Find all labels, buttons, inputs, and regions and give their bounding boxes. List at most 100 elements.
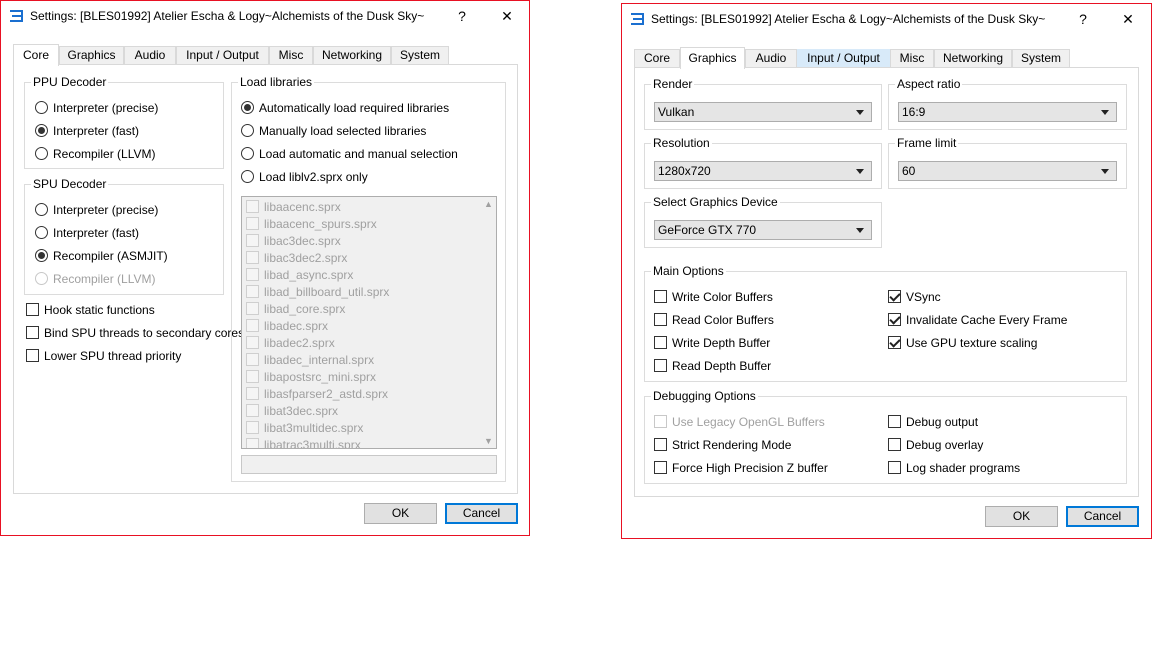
checkbox-box [654, 461, 667, 475]
tab-misc[interactable]: Misc [269, 46, 313, 65]
tab-misc[interactable]: Misc [890, 49, 934, 68]
auto-and-manual-libraries-radio[interactable]: Load automatic and manual selection [241, 147, 458, 161]
chevron-down-icon [1101, 169, 1109, 174]
rpcs3-app-icon [10, 10, 23, 22]
tab-audio[interactable]: Audio [124, 46, 176, 65]
list-item: libac3dec.sprx [246, 234, 341, 248]
list-item: libad_billboard_util.sprx [246, 285, 389, 299]
cancel-button[interactable]: Cancel [1066, 506, 1139, 527]
radio-indicator [241, 101, 254, 115]
spu-interpreter-precise-radio[interactable]: Interpreter (precise) [35, 203, 158, 217]
tab-networking[interactable]: Networking [934, 49, 1012, 68]
main-options-group: Main Options Write Color Buffers Read Co… [644, 265, 1127, 382]
render-title: Render [651, 77, 695, 91]
frame-limit-dropdown[interactable]: 60 [898, 161, 1117, 181]
dropdown-value: GeForce GTX 770 [658, 223, 757, 237]
manual-load-libraries-radio[interactable]: Manually load selected libraries [241, 124, 426, 138]
ppu-recompiler-llvm-radio[interactable]: Recompiler (LLVM) [35, 147, 155, 161]
load-libraries-title: Load libraries [238, 75, 315, 89]
auto-load-libraries-radio[interactable]: Automatically load required libraries [241, 101, 449, 115]
aspect-ratio-dropdown[interactable]: 16:9 [898, 102, 1117, 122]
title-bar[interactable]: Settings: [BLES01992] Atelier Escha & Lo… [1, 1, 529, 31]
frame-limit-title: Frame limit [895, 136, 959, 150]
tab-system[interactable]: System [1012, 49, 1070, 68]
checkbox-label: VSync [906, 290, 941, 304]
close-icon[interactable]: ✕ [497, 6, 517, 26]
list-item: libad_core.sprx [246, 302, 345, 316]
help-button[interactable]: ? [452, 6, 472, 26]
graphics-device-group: Select Graphics Device GeForce GTX 770 [644, 196, 882, 248]
resolution-dropdown[interactable]: 1280x720 [654, 161, 872, 181]
ppu-interpreter-fast-radio[interactable]: Interpreter (fast) [35, 124, 139, 138]
ppu-interpreter-precise-radio[interactable]: Interpreter (precise) [35, 101, 158, 115]
ppu-decoder-group: PPU Decoder Interpreter (precise) Interp… [24, 76, 224, 169]
tab-core[interactable]: Core [13, 44, 59, 66]
cancel-button[interactable]: Cancel [445, 503, 518, 524]
invalidate-cache-checkbox[interactable]: Invalidate Cache Every Frame [888, 313, 1067, 327]
list-item-label: libac3dec2.sprx [264, 251, 348, 265]
checkbox-label: Bind SPU threads to secondary cores [44, 326, 245, 340]
checkbox-box [26, 349, 39, 363]
main-options-title: Main Options [651, 264, 726, 278]
chevron-down-icon [1101, 110, 1109, 115]
legacy-opengl-buffers-checkbox: Use Legacy OpenGL Buffers [654, 415, 825, 429]
spu-recompiler-asmjit-radio[interactable]: Recompiler (ASMJIT) [35, 249, 168, 263]
ok-button[interactable]: OK [364, 503, 437, 524]
hook-static-functions-checkbox[interactable]: Hook static functions [26, 303, 155, 317]
library-list[interactable]: libaacenc.sprx libaacenc_spurs.sprx liba… [241, 196, 497, 449]
chevron-down-icon [856, 169, 864, 174]
lower-spu-thread-priority-checkbox[interactable]: Lower SPU thread priority [26, 349, 181, 363]
list-item-label: libad_core.sprx [264, 302, 346, 316]
window-title: Settings: [BLES01992] Atelier Escha & Lo… [651, 12, 1046, 26]
spu-decoder-group: SPU Decoder Interpreter (precise) Interp… [24, 178, 224, 295]
checkbox-box [246, 370, 259, 384]
list-item-label: libadec2.sprx [264, 336, 335, 350]
checkmark-icon [888, 336, 901, 350]
strict-rendering-mode-checkbox[interactable]: Strict Rendering Mode [654, 438, 791, 452]
debug-output-checkbox[interactable]: Debug output [888, 415, 978, 429]
radio-label: Recompiler (LLVM) [53, 147, 156, 161]
tab-input-output[interactable]: Input / Output [797, 49, 890, 68]
write-depth-buffer-checkbox[interactable]: Write Depth Buffer [654, 336, 770, 350]
radio-label: Interpreter (precise) [53, 203, 159, 217]
checkbox-box [654, 313, 667, 327]
render-dropdown[interactable]: Vulkan [654, 102, 872, 122]
close-icon[interactable]: ✕ [1118, 9, 1138, 29]
checkbox-label: Force High Precision Z buffer [672, 461, 828, 475]
list-item: libadec2.sprx [246, 336, 335, 350]
radio-indicator [35, 124, 48, 138]
tab-graphics[interactable]: Graphics [680, 47, 745, 69]
help-button[interactable]: ? [1073, 9, 1093, 29]
scroll-down-icon[interactable]: ▼ [481, 434, 496, 448]
ok-button[interactable]: OK [985, 506, 1058, 527]
scroll-up-icon[interactable]: ▲ [481, 197, 496, 211]
checkbox-label: Write Depth Buffer [672, 336, 771, 350]
library-search-field[interactable] [241, 455, 497, 474]
tab-system[interactable]: System [391, 46, 449, 65]
radio-label: Recompiler (LLVM) [53, 272, 156, 286]
gpu-texture-scaling-checkbox[interactable]: Use GPU texture scaling [888, 336, 1037, 350]
checkbox-label: Hook static functions [44, 303, 155, 317]
tab-networking[interactable]: Networking [313, 46, 391, 65]
library-list-scrollbar[interactable]: ▲ ▼ [481, 197, 496, 448]
vsync-checkbox[interactable]: VSync [888, 290, 941, 304]
liblv2-only-radio[interactable]: Load liblv2.sprx only [241, 170, 368, 184]
graphics-device-dropdown[interactable]: GeForce GTX 770 [654, 220, 872, 240]
tab-core[interactable]: Core [634, 49, 680, 68]
title-bar[interactable]: Settings: [BLES01992] Atelier Escha & Lo… [622, 4, 1151, 34]
spu-interpreter-fast-radio[interactable]: Interpreter (fast) [35, 226, 139, 240]
checkbox-box [888, 415, 901, 429]
tab-input-output[interactable]: Input / Output [176, 46, 269, 65]
tab-audio[interactable]: Audio [745, 49, 797, 68]
radio-label: Interpreter (fast) [53, 124, 140, 138]
read-color-buffers-checkbox[interactable]: Read Color Buffers [654, 313, 774, 327]
tab-graphics[interactable]: Graphics [59, 46, 124, 65]
bind-spu-threads-checkbox[interactable]: Bind SPU threads to secondary cores [26, 326, 244, 340]
high-precision-z-buffer-checkbox[interactable]: Force High Precision Z buffer [654, 461, 828, 475]
log-shader-programs-checkbox[interactable]: Log shader programs [888, 461, 1020, 475]
write-color-buffers-checkbox[interactable]: Write Color Buffers [654, 290, 773, 304]
debug-overlay-checkbox[interactable]: Debug overlay [888, 438, 983, 452]
checkbox-box [654, 359, 667, 373]
read-depth-buffer-checkbox[interactable]: Read Depth Buffer [654, 359, 771, 373]
radio-indicator [35, 203, 48, 217]
